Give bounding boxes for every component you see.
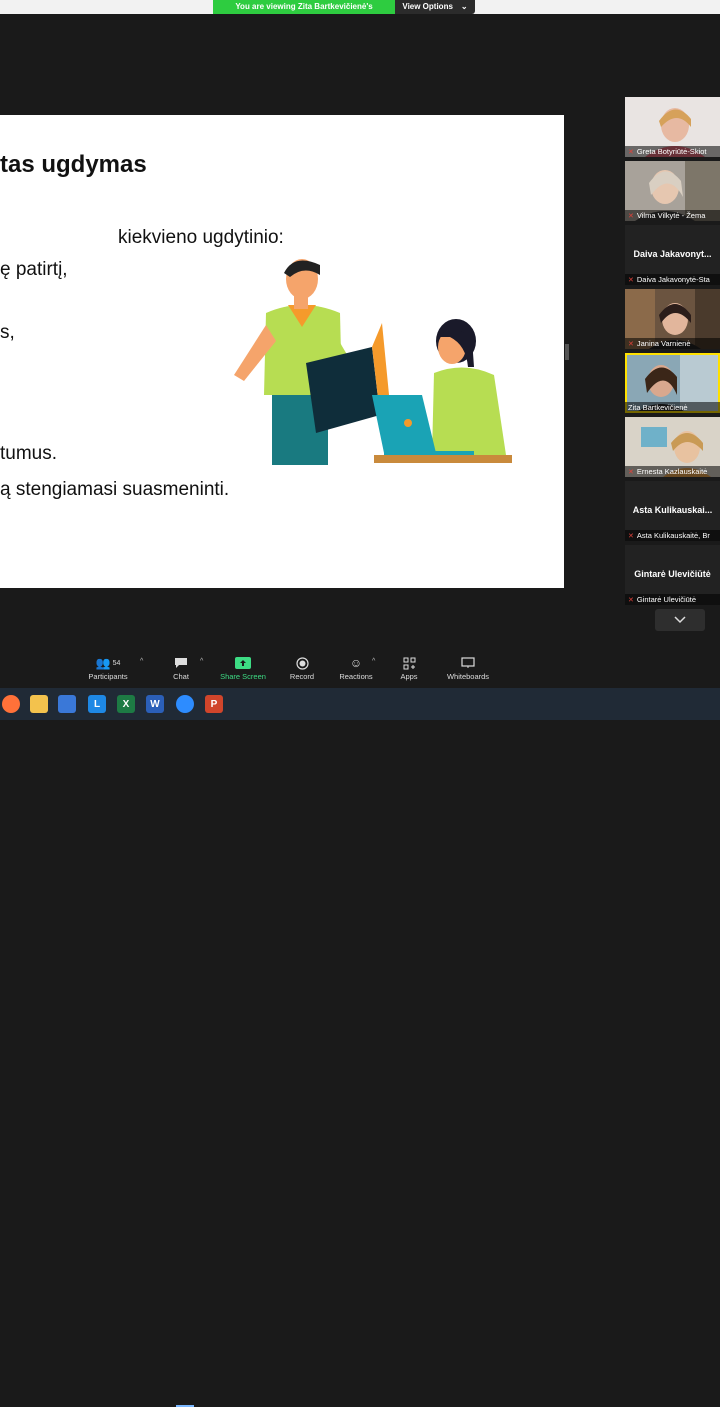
share-screen-button[interactable]: Share Screen	[216, 654, 270, 688]
record-button[interactable]: Record	[286, 654, 318, 688]
record-label: Record	[289, 672, 315, 681]
slide-line: ę patirtį,	[0, 259, 68, 280]
share-screen-label: Share Screen	[220, 672, 266, 681]
mic-muted-icon: ✕	[628, 149, 634, 156]
participant-tile[interactable]: Daiva Jakavonyt... ✕ Daiva Jakavonytė-Sta	[625, 225, 720, 285]
excel-icon[interactable]: X	[117, 695, 135, 713]
l-app-icon[interactable]: L	[88, 695, 106, 713]
participant-tile[interactable]: ✕ Janina Varnienė	[625, 289, 720, 349]
mic-muted-icon: ✕	[628, 469, 634, 476]
participant-tile[interactable]: ✕ Vilma Vilkytė - Žema	[625, 161, 720, 221]
windows-taskbar: L X W P	[0, 688, 720, 1407]
participant-caption: ✕ Asta Kulikauskaitė, Br	[625, 530, 720, 541]
participant-name-display: Asta Kulikauskai...	[632, 505, 713, 515]
share-screen-icon	[235, 657, 251, 669]
shared-slide: tas ugdymas kiekvieno ugdytinio: ę patir…	[0, 115, 564, 588]
participant-tile[interactable]: Gintarė Ulevičiūtė ✕ Gintarė Ulevičiūtė	[625, 545, 720, 605]
participant-caption: ✕ Daiva Jakavonytė-Sta	[625, 274, 720, 285]
reactions-icon: ☺	[349, 656, 363, 670]
viewing-banner: You are viewing Zita Bartkevičienė's scr…	[213, 0, 475, 25]
participants-icon: 👥	[95, 656, 111, 670]
store-icon[interactable]	[58, 695, 76, 713]
slide-line: tumus.	[0, 443, 58, 464]
participant-tile-active-speaker[interactable]: Zita Bartkevičienė	[625, 353, 720, 413]
chat-options-caret[interactable]: ^	[200, 658, 203, 665]
slide-line: kiekvieno ugdytinio:	[118, 227, 284, 248]
reactions-button[interactable]: ☺ Reactions	[336, 654, 376, 688]
participant-tile[interactable]: ✕ Ernesta Kazlauskaitė	[625, 417, 720, 477]
slide-line: ą stengiamasi suasmeninti.	[0, 479, 230, 500]
firefox-icon[interactable]	[2, 695, 20, 713]
mic-muted-icon: ✕	[628, 213, 634, 220]
mic-muted-icon: ✕	[628, 277, 634, 284]
apps-label: Apps	[400, 672, 418, 681]
chat-label: Chat	[173, 672, 189, 681]
slide-line: s,	[0, 322, 15, 343]
mic-muted-icon: ✕	[628, 341, 634, 348]
meeting-toolbar: 👥 54 Participants ^ Chat ^ Share Screen R…	[0, 654, 720, 688]
powerpoint-icon[interactable]: P	[205, 695, 223, 713]
participant-caption: ✕ Ernesta Kazlauskaitė	[625, 466, 720, 477]
participant-caption: Zita Bartkevičienė	[625, 402, 720, 413]
participant-name-display: Gintarė Ulevičiūtė	[634, 569, 711, 579]
participant-tile[interactable]: ✕ Greta Botyriūtė-Skiot	[625, 97, 720, 157]
participant-caption: ✕ Gintarė Ulevičiūtė	[625, 594, 720, 605]
participant-tile[interactable]: Asta Kulikauskai... ✕ Asta Kulikauskaitė,…	[625, 481, 720, 541]
chat-icon	[175, 658, 187, 668]
whiteboards-button[interactable]: Whiteboards	[444, 654, 492, 688]
participant-caption: ✕ Vilma Vilkytė - Žema	[625, 210, 720, 221]
participants-label: Participants	[88, 672, 128, 681]
reactions-label: Reactions	[339, 672, 373, 681]
chat-button[interactable]: Chat	[166, 654, 196, 688]
apps-button[interactable]: Apps	[396, 654, 422, 688]
apps-icon	[403, 657, 415, 669]
panel-resize-handle[interactable]	[565, 344, 569, 360]
file-explorer-icon[interactable]	[30, 695, 48, 713]
whiteboards-label: Whiteboards	[446, 672, 490, 681]
record-icon	[295, 656, 309, 670]
participants-button[interactable]: 👥 54 Participants	[86, 654, 130, 688]
teacher-student-illustration	[234, 259, 512, 465]
viewing-text: You are viewing Zita Bartkevičienė's scr…	[213, 0, 395, 25]
participants-count: 54	[112, 659, 121, 667]
gallery-strip: ✕ Greta Botyriūtė-Skiot ✕ Vilma Vilkytė - …	[625, 97, 720, 607]
reactions-options-caret[interactable]: ^	[372, 658, 375, 665]
participant-caption: ✕ Greta Botyriūtė-Skiot	[625, 146, 720, 157]
mic-muted-icon: ✕	[628, 597, 634, 604]
word-icon[interactable]: W	[146, 695, 164, 713]
participant-caption: ✕ Janina Varnienė	[625, 338, 720, 349]
participant-name-display: Daiva Jakavonyt...	[633, 249, 712, 259]
whiteboard-icon	[461, 657, 475, 668]
view-options-label: View Options	[402, 2, 453, 11]
chevron-down-icon	[674, 616, 686, 624]
zoom-icon[interactable]	[176, 695, 194, 713]
gallery-scroll-down-button[interactable]	[655, 609, 705, 631]
participants-options-caret[interactable]: ^	[140, 658, 143, 665]
slide-title: tas ugdymas	[0, 151, 147, 178]
mic-muted-icon: ✕	[628, 533, 634, 540]
chevron-down-icon: ⌄	[460, 2, 468, 11]
view-options-button[interactable]: View Options ⌄	[395, 0, 475, 14]
